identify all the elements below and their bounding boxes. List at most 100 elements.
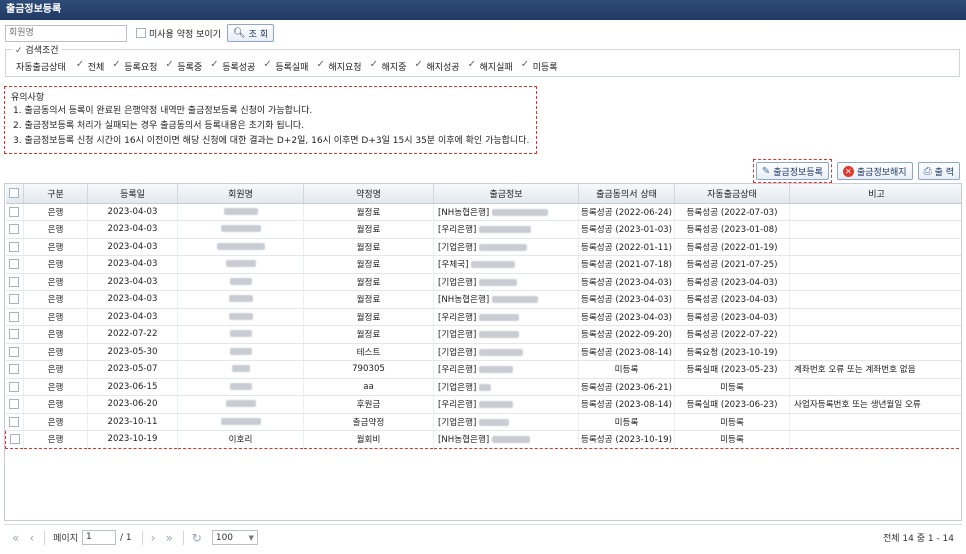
row-checkbox[interactable]	[5, 255, 24, 274]
row-checkbox[interactable]	[5, 413, 24, 431]
cell-auto: 등록성공 (2022-07-22)	[674, 325, 790, 344]
cell-note	[789, 308, 961, 326]
cell-type: 은행	[23, 378, 88, 396]
cell-member	[177, 413, 304, 431]
cell-date: 2023-04-03	[87, 220, 178, 239]
row-checkbox[interactable]	[5, 203, 24, 221]
table-row[interactable]: 은행 2023-04-03 월정료 [NH농협은행] 등록성공 (2022-06-24…	[5, 203, 961, 221]
cell-member	[177, 343, 304, 361]
table-row[interactable]: 은행 2023-04-03 월정료 [기업은행] 등록성공 (2023-04-03) 등…	[5, 273, 961, 291]
table-row[interactable]: 은행 2023-04-03 월정료 [우리은행] 등록성공 (2023-01-03) 등…	[5, 220, 961, 239]
check-icon	[210, 59, 220, 72]
row-checkbox[interactable]	[5, 360, 24, 379]
filter-option-all[interactable]: 전체	[76, 59, 105, 74]
cell-info: [기업은행]	[433, 273, 579, 291]
check-icon	[468, 59, 478, 72]
table-row[interactable]: 은행 2023-10-11 출금약정 [기업은행] 미등록 미등록	[5, 413, 961, 431]
row-checkbox[interactable]	[5, 273, 24, 291]
filter-option-cancel-request[interactable]: 해지요청	[316, 59, 361, 74]
col-type[interactable]: 구분	[23, 184, 88, 204]
row-checkbox[interactable]	[5, 290, 24, 309]
cell-date: 2023-06-20	[87, 395, 178, 414]
row-checkbox[interactable]	[5, 308, 24, 326]
notes-legend: 유의사항	[11, 93, 45, 103]
cell-note: 사업자등록번호 또는 생년월일 오류	[789, 395, 961, 414]
cell-type: 은행	[23, 325, 88, 344]
cell-auto: 등록실패 (2023-06-23)	[674, 395, 790, 414]
redacted-name	[216, 242, 265, 250]
cell-info: [우리은행]	[433, 220, 579, 239]
cell-info: [기업은행]	[433, 325, 579, 344]
col-consent[interactable]: 출금동의서 상태	[578, 184, 675, 204]
col-info[interactable]: 출금정보	[433, 184, 579, 204]
table-row[interactable]: 은행 2023-06-20 후원금 [우리은행] 등록성공 (2023-08-14) 등…	[5, 395, 961, 414]
filter-option-failed[interactable]: 등록실패	[263, 59, 308, 74]
page-size-select[interactable]: 100 ▼	[211, 530, 258, 545]
table-row[interactable]: 은행 2023-05-30 테스트 [기업은행] 등록성공 (2023-08-14) 등…	[5, 343, 961, 361]
table-row[interactable]: 은행 2023-04-03 월정료 [우리은행] 등록성공 (2023-04-03) 등…	[5, 308, 961, 326]
row-checkbox[interactable]	[5, 395, 24, 414]
row-checkbox[interactable]	[5, 378, 24, 396]
select-all-checkbox[interactable]	[5, 184, 24, 204]
show-unused-label: 미사용 약정 보이기	[149, 29, 221, 40]
table-row[interactable]: 은행 2023-05-07 790305 [우리은행] 미등록 등록실패 (2023-0…	[5, 360, 961, 379]
table-row[interactable]: 은행 2022-07-22 월정료 [기업은행] 등록성공 (2022-09-20) 등…	[5, 325, 961, 344]
cell-plan: 월정료	[303, 220, 434, 239]
cell-info: [기업은행]	[433, 238, 579, 256]
cancel-withdrawal-button[interactable]: ✕ 출금정보해지	[836, 162, 913, 180]
check-icon	[76, 59, 86, 72]
redacted-account	[479, 226, 532, 234]
member-name-input[interactable]	[5, 24, 127, 42]
filter-option-registering[interactable]: 등록중	[165, 59, 202, 74]
row-checkbox[interactable]	[5, 220, 24, 239]
table-row[interactable]: 은행 2023-04-03 월정료 [NH농협은행] 등록성공 (2023-04-03…	[5, 290, 961, 309]
col-date[interactable]: 등록일	[87, 184, 178, 204]
redacted-account	[479, 313, 520, 321]
cell-note	[789, 325, 961, 344]
register-withdrawal-button[interactable]: ✎ 출금정보등록	[755, 162, 829, 180]
filter-option-request[interactable]: 등록요청	[112, 59, 157, 74]
row-checkbox[interactable]	[5, 325, 24, 344]
total-pages: / 1	[120, 532, 132, 543]
filter-option-cancelling[interactable]: 해지중	[370, 59, 407, 74]
redacted-account	[479, 401, 514, 409]
filter-option-cancel-success[interactable]: 해지성공	[414, 59, 459, 74]
cell-info: [NH농협은행]	[433, 203, 579, 221]
next-page-icon[interactable]: ›	[151, 531, 156, 545]
col-auto[interactable]: 자동출금상태	[674, 184, 790, 204]
first-page-icon[interactable]: «	[12, 531, 19, 545]
table-row[interactable]: 은행 2023-10-19 이호리 월회비 [NH농협은행] 등록성공 (2023-10…	[5, 430, 961, 449]
cell-type: 은행	[23, 238, 88, 256]
table-row[interactable]: 은행 2023-04-03 월정료 [우체국] 등록성공 (2021-07-18) 등록…	[5, 255, 961, 274]
last-page-icon[interactable]: »	[165, 531, 172, 545]
page-input[interactable]: 1	[82, 530, 116, 545]
row-checkbox[interactable]	[5, 430, 24, 449]
row-checkbox[interactable]	[5, 238, 24, 256]
table-row[interactable]: 은행 2023-04-03 월정료 [기업은행] 등록성공 (2022-01-11) 등…	[5, 238, 961, 256]
cell-member	[177, 220, 304, 239]
redacted-account	[491, 436, 530, 444]
print-button[interactable]: ⎙ 출 력	[917, 162, 960, 180]
search-button[interactable]: 🔍︎ 조 회	[226, 24, 275, 42]
cell-member	[177, 290, 304, 309]
prev-page-icon[interactable]: ‹	[29, 531, 34, 545]
cell-date: 2022-07-22	[87, 325, 178, 344]
filter-option-unregistered[interactable]: 미등록	[521, 59, 558, 74]
filter-option-cancel-failed[interactable]: 해지실패	[468, 59, 513, 74]
refresh-icon[interactable]: ↻	[192, 531, 202, 545]
cell-member: 이호리	[177, 430, 304, 449]
cell-consent: 등록성공 (2022-09-20)	[578, 325, 675, 344]
cell-consent: 등록성공 (2022-06-24)	[578, 203, 675, 221]
cell-plan: 790305	[303, 360, 434, 379]
row-checkbox[interactable]	[5, 343, 24, 361]
cell-auto: 등록성공 (2022-07-03)	[674, 203, 790, 221]
col-note[interactable]: 비고	[789, 184, 961, 204]
filter-option-success[interactable]: 등록성공	[210, 59, 255, 74]
cell-plan: 출금약정	[303, 413, 434, 431]
table-row[interactable]: 은행 2023-06-15 aa [기업은행] 등록성공 (2023-06-21) 미등…	[5, 378, 961, 396]
col-member[interactable]: 회원명	[177, 184, 304, 204]
cell-type: 은행	[23, 343, 88, 361]
show-unused-checkbox[interactable]	[136, 28, 146, 38]
close-icon: ✕	[842, 165, 854, 177]
col-plan[interactable]: 약정명	[303, 184, 434, 204]
